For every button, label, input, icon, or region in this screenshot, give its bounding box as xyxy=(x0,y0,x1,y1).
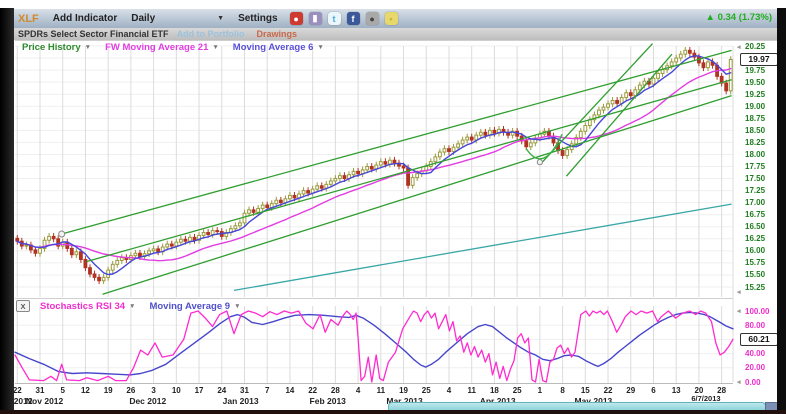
note-icon[interactable]: ▪ xyxy=(385,12,398,25)
chevron-down-icon: ▼ xyxy=(217,15,224,22)
ma6-label: Moving Average 6 xyxy=(233,42,314,53)
stoch-indicator-header: X Stochastics RSI 34 ▼ Moving Average 9 … xyxy=(16,300,255,312)
support-teal-line xyxy=(234,204,732,290)
stoch-rsi-label: Stochastics RSI 34 xyxy=(40,301,125,312)
wedge-left-line xyxy=(543,44,653,162)
chevron-down-icon: ▼ xyxy=(234,303,240,310)
chevron-down-icon: ▼ xyxy=(129,303,135,310)
period-dropdown[interactable]: Daily ▼ xyxy=(131,13,224,24)
drawing-handle[interactable] xyxy=(59,231,65,237)
facebook-icon[interactable]: f xyxy=(347,12,360,25)
camera-icon[interactable]: ● xyxy=(366,12,379,25)
add-to-portfolio-link[interactable]: Add to Portfolio xyxy=(177,29,245,39)
price-change-badge: ▲ 0.34 (1.73%) xyxy=(706,12,772,23)
chevron-down-icon: ▼ xyxy=(212,44,218,51)
ma21-line xyxy=(17,69,730,261)
chevron-down-icon: ▼ xyxy=(85,44,91,51)
title-bar: SPDRs Select Sector Financial ETF Add to… xyxy=(0,28,786,40)
up-arrow-icon: ▲ xyxy=(706,12,715,23)
main-toolbar: XLF Add Indicator Daily ▼ Settings ●▮tf●… xyxy=(0,9,786,29)
symbol-label[interactable]: XLF xyxy=(18,13,39,25)
price-history-label: Price History xyxy=(22,42,81,53)
window-bottom-edge xyxy=(0,410,786,414)
stoch-value-tag: 60.21 xyxy=(740,333,778,346)
price-indicator-header: Price History ▼ FW Moving Average 21 ▼ M… xyxy=(22,42,338,53)
ma6-line xyxy=(17,56,730,275)
window-left-edge xyxy=(0,8,14,414)
alerts-clock-icon[interactable]: ● xyxy=(290,12,303,25)
fw-ma21-dropdown[interactable]: FW Moving Average 21 ▼ xyxy=(105,42,219,53)
channel-mid-line xyxy=(87,80,732,262)
settings-button[interactable]: Settings xyxy=(238,13,277,24)
price-history-dropdown[interactable]: Price History ▼ xyxy=(22,42,91,53)
charting-app-window: XLF Add Indicator Daily ▼ Settings ●▮tf●… xyxy=(0,0,786,414)
toolbar-icon-strip: ● ▮ tf ● ▪ xyxy=(290,12,398,25)
drawing-handle[interactable] xyxy=(537,160,542,165)
stoch-rsi-dropdown[interactable]: Stochastics RSI 34 ▼ xyxy=(40,301,135,312)
add-indicator-button[interactable]: Add Indicator xyxy=(53,13,117,24)
fw-ma21-label: FW Moving Average 21 xyxy=(105,42,208,53)
drawings-link[interactable]: Drawings xyxy=(257,29,298,39)
period-value: Daily xyxy=(131,13,155,24)
close-indicator-button[interactable]: X xyxy=(16,300,30,312)
gridlines xyxy=(15,41,777,384)
price-chart-canvas[interactable] xyxy=(0,0,786,414)
etf-name-label: SPDRs Select Sector Financial ETF xyxy=(18,29,169,39)
database-icon[interactable]: ▮ xyxy=(309,12,322,25)
chevron-down-icon: ▼ xyxy=(317,44,323,51)
channel-lower-line xyxy=(103,96,732,295)
change-text: 0.34 (1.73%) xyxy=(718,12,772,23)
stoch-ma9-dropdown[interactable]: Moving Average 9 ▼ xyxy=(149,301,240,312)
wedge-right-line xyxy=(566,54,672,176)
last-price-tag: 19.97 xyxy=(740,53,778,66)
window-right-edge xyxy=(777,8,786,414)
twitter-icon[interactable]: t xyxy=(328,12,341,25)
stoch-ma9-label: Moving Average 9 xyxy=(149,301,230,312)
ma6-dropdown[interactable]: Moving Average 6 ▼ xyxy=(233,42,324,53)
